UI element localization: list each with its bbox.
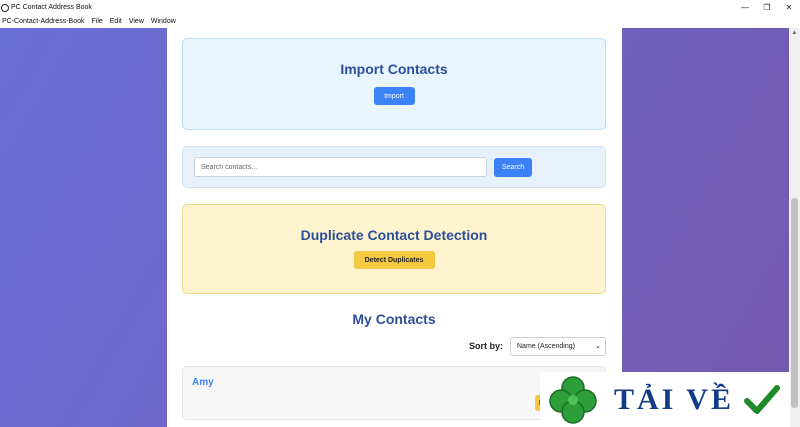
menu-item-file[interactable]: File: [91, 18, 102, 25]
clover-icon: [549, 375, 597, 424]
sort-label: Sort by:: [469, 341, 504, 351]
main-container: Import Contacts Import Search Duplicate …: [167, 28, 622, 427]
window-title: PC Contact Address Book: [11, 4, 92, 11]
minimize-button[interactable]: —: [734, 0, 756, 15]
contact-name: Amy: [192, 377, 214, 388]
watermark-text: TẢI VỀ: [614, 382, 734, 416]
my-contacts-title: My Contacts: [352, 311, 436, 327]
menu-bar: PC-Contact-Address-Book File Edit View W…: [0, 15, 800, 28]
menu-item-edit[interactable]: Edit: [110, 18, 122, 25]
import-contacts-card: Import Contacts Import: [182, 38, 606, 130]
window-titlebar: PC Contact Address Book — ❐ ✕: [0, 0, 800, 15]
import-button[interactable]: Import: [373, 87, 415, 105]
sort-select[interactable]: Name (Ascending) ⌄: [510, 337, 606, 356]
app-icon: [1, 3, 9, 12]
scroll-up-icon[interactable]: ▲: [789, 28, 800, 38]
detect-duplicates-button[interactable]: Detect Duplicates: [353, 251, 435, 269]
scroll-thumb[interactable]: [791, 198, 798, 408]
duplicate-detection-title: Duplicate Contact Detection: [300, 227, 488, 243]
content-viewport: Import Contacts Import Search Duplicate …: [0, 28, 800, 427]
vertical-scrollbar[interactable]: ▲: [789, 28, 800, 427]
menu-item-view[interactable]: View: [129, 18, 144, 25]
search-button[interactable]: Search: [494, 158, 532, 177]
search-input[interactable]: [194, 157, 487, 177]
sort-selected-value: Name (Ascending): [517, 343, 575, 350]
menu-item-window[interactable]: Window: [151, 18, 176, 25]
search-card: Search: [182, 146, 606, 188]
checkmark-icon: [743, 384, 780, 414]
menu-item-app[interactable]: PC-Contact-Address-Book: [2, 18, 84, 25]
close-button[interactable]: ✕: [778, 0, 800, 15]
chevron-down-icon: ⌄: [595, 343, 601, 350]
watermark-logo: TẢI VỀ: [540, 372, 790, 427]
duplicate-detection-card: Duplicate Contact Detection Detect Dupli…: [182, 204, 606, 294]
import-contacts-title: Import Contacts: [340, 61, 448, 77]
restore-button[interactable]: ❐: [756, 0, 778, 15]
